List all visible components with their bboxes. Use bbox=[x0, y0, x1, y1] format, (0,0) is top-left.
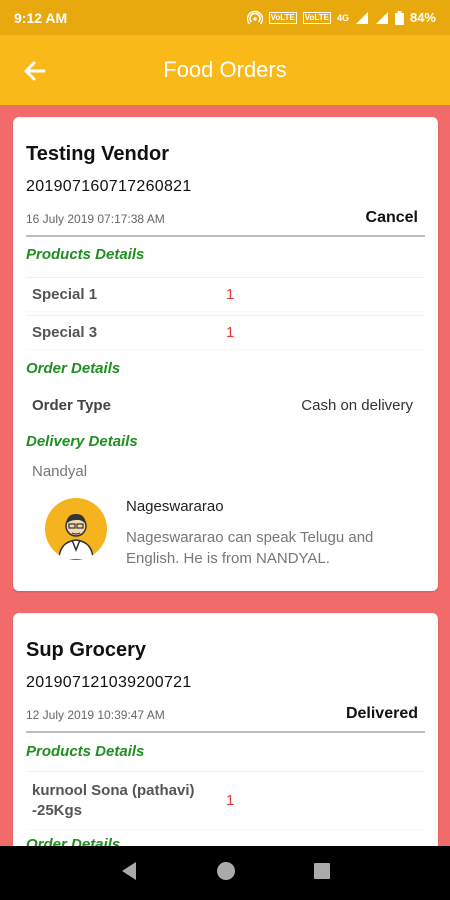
order-status: Delivered bbox=[345, 705, 418, 722]
status-icons: VoLTE VoLTE 4G 84% bbox=[246, 10, 436, 26]
order-status: Cancel bbox=[365, 209, 418, 226]
square-recents-icon bbox=[314, 862, 331, 879]
product-row: Special 1 1 bbox=[26, 277, 425, 311]
back-button[interactable] bbox=[20, 56, 50, 86]
page-title: Food Orders bbox=[163, 57, 287, 82]
delivery-agent-name: Nageswararao bbox=[126, 498, 224, 515]
delivery-agent-description: Nageswararao can speak Telugu and Englis… bbox=[126, 529, 374, 567]
triangle-back-icon bbox=[121, 861, 136, 880]
volte-badge-2: VoLTE bbox=[302, 11, 331, 24]
delivery-details-label: Delivery Details bbox=[26, 433, 138, 450]
order-date: 16 July 2019 07:17:38 AM bbox=[26, 212, 165, 226]
vendor-name: Sup Grocery bbox=[26, 639, 147, 661]
product-row: Special 3 1 bbox=[26, 315, 425, 349]
order-date: 12 July 2019 10:39:47 AM bbox=[26, 708, 165, 722]
arrow-left-icon bbox=[24, 61, 46, 81]
product-name: Special 1 bbox=[32, 286, 98, 303]
app-bar: Food Orders bbox=[0, 35, 450, 105]
order-card[interactable]: Testing Vendor 201907160717260821 16 Jul… bbox=[13, 117, 438, 591]
order-type-value: Cash on delivery bbox=[301, 397, 413, 414]
hotspot-icon bbox=[246, 10, 263, 24]
signal-icon bbox=[355, 11, 368, 24]
volte-badge-1: VoLTE bbox=[268, 11, 297, 24]
vendor-name: Testing Vendor bbox=[26, 143, 169, 165]
nav-home-button[interactable] bbox=[215, 860, 237, 887]
signal-icon-2 bbox=[375, 11, 388, 24]
person-icon bbox=[58, 514, 94, 560]
network-type-label: 4G bbox=[336, 12, 349, 23]
divider bbox=[26, 235, 425, 237]
product-row: kurnool Sona (pathavi) -25Kgs 1 bbox=[26, 771, 425, 829]
products-details-label: Products Details bbox=[26, 743, 145, 760]
product-quantity: 1 bbox=[226, 286, 235, 303]
status-time: 9:12 AM bbox=[14, 9, 68, 26]
order-details-label: Order Details bbox=[26, 360, 121, 377]
product-name: kurnool Sona (pathavi) -25Kgs bbox=[32, 781, 195, 819]
nav-back-button[interactable] bbox=[118, 860, 140, 887]
order-id: 201907121039200721 bbox=[26, 674, 192, 691]
system-nav-bar bbox=[0, 846, 450, 900]
order-type-row: Order Type Cash on delivery bbox=[32, 397, 413, 414]
avatar bbox=[45, 498, 107, 560]
order-details-label: Order Details bbox=[26, 836, 121, 846]
battery-icon bbox=[394, 10, 404, 25]
product-name: Special 3 bbox=[32, 324, 98, 341]
delivery-city: Nandyal bbox=[32, 463, 88, 480]
divider bbox=[26, 731, 425, 733]
nav-recents-button[interactable] bbox=[312, 861, 332, 886]
battery-level: 84% bbox=[409, 10, 436, 25]
orders-list[interactable]: Testing Vendor 201907160717260821 16 Jul… bbox=[0, 105, 450, 846]
order-type-key: Order Type bbox=[32, 397, 111, 414]
product-quantity: 1 bbox=[226, 792, 235, 809]
status-bar: 9:12 AM VoLTE VoLTE 4G 84% bbox=[0, 0, 450, 35]
product-quantity: 1 bbox=[226, 324, 235, 341]
order-id: 201907160717260821 bbox=[26, 178, 192, 195]
circle-home-icon bbox=[216, 861, 235, 880]
products-details-label: Products Details bbox=[26, 246, 145, 263]
order-card[interactable]: Sup Grocery 201907121039200721 12 July 2… bbox=[13, 613, 438, 846]
